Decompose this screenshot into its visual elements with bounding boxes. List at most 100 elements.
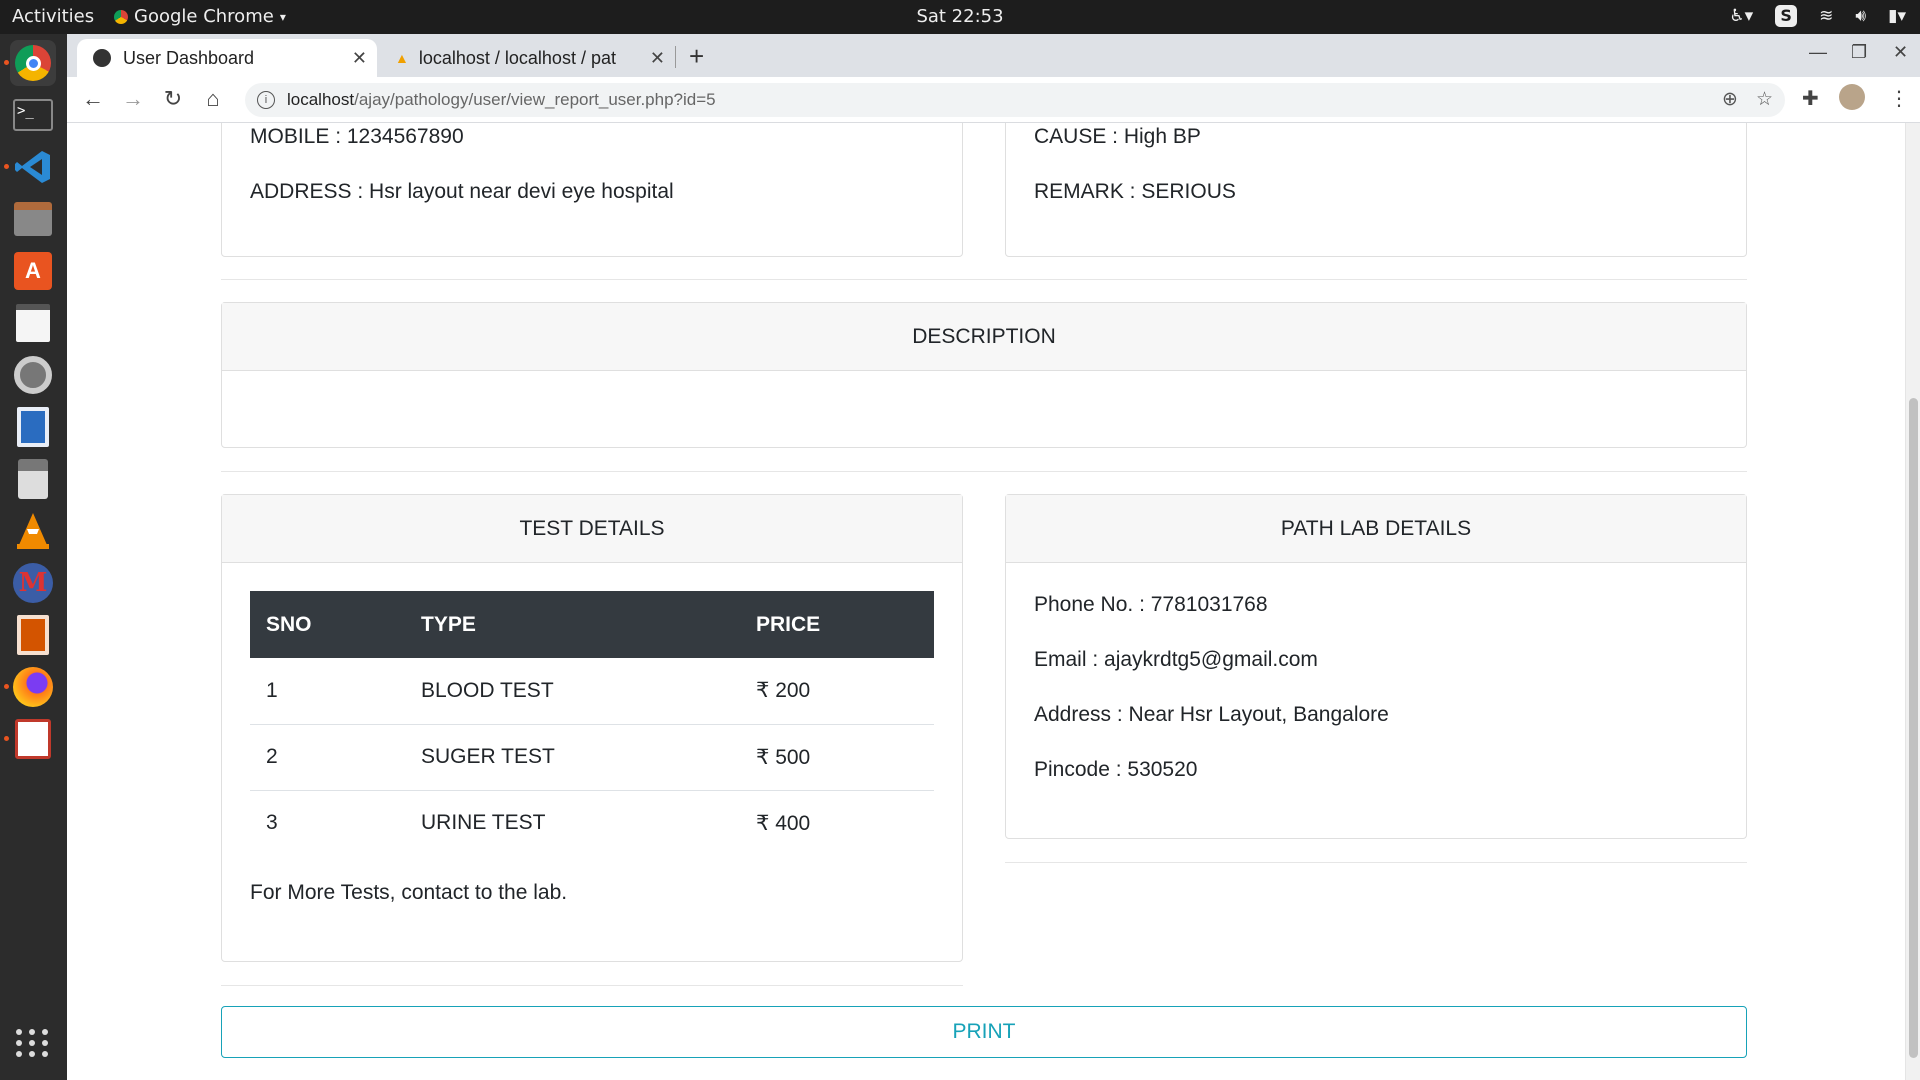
extensions-icon[interactable]: ✚ <box>1802 86 1819 111</box>
chevron-down-icon: ▾ <box>279 9 286 24</box>
lab-email: Email : ajaykrdtg5@gmail.com <box>1034 648 1318 671</box>
description-body <box>222 371 1746 411</box>
divider <box>221 279 1747 280</box>
test-details-header: TEST DETAILS <box>222 495 962 563</box>
patient-contact-card: MOBILE : 1234567890 ADDRESS : Hsr layout… <box>221 123 963 257</box>
document-viewer-dock-icon[interactable] <box>4 716 56 762</box>
cell-price: ₹ 500 <box>740 724 934 791</box>
mendeley-dock-icon[interactable]: M <box>10 560 56 606</box>
lab-pincode: Pincode : 530520 <box>1034 758 1198 781</box>
reload-icon[interactable]: ↻ <box>159 86 187 112</box>
divider <box>1005 862 1747 863</box>
bookmark-star-icon[interactable]: ☆ <box>1756 88 1773 111</box>
volume-icon[interactable]: 🔊︎ <box>1855 6 1866 26</box>
cell-type: BLOOD TEST <box>405 658 740 725</box>
wifi-icon[interactable]: ≋ <box>1819 6 1833 26</box>
scrollbar-thumb[interactable] <box>1909 398 1918 1058</box>
table-header-row: SNO TYPE PRICE <box>250 591 934 658</box>
patient-diagnosis-card: CAUSE : High BP REMARK : SERIOUS <box>1005 123 1747 257</box>
tests-note: For More Tests, contact to the lab. <box>250 881 568 904</box>
forward-icon[interactable]: → <box>119 86 147 112</box>
path-lab-header: PATH LAB DETAILS <box>1006 495 1746 563</box>
table-row: 3 URINE TEST ₹ 400 <box>250 790 934 856</box>
zoom-icon[interactable]: ⊕ <box>1722 88 1738 111</box>
tab-separator <box>675 46 676 68</box>
description-card: DESCRIPTION <box>221 302 1747 448</box>
writer-dock-icon[interactable] <box>10 404 56 450</box>
files-dock-icon[interactable] <box>10 196 56 242</box>
chrome-dock-icon[interactable] <box>4 40 56 86</box>
accessibility-icon[interactable]: ♿︎▾ <box>1729 6 1753 26</box>
firefox-dock-icon[interactable] <box>4 664 56 710</box>
phpmyadmin-icon: ▲ <box>395 50 409 66</box>
patient-address: ADDRESS : Hsr layout near devi eye hospi… <box>250 180 674 203</box>
globe-icon <box>93 49 111 67</box>
browser-toolbar: ← → ↻ ⌂ i localhost/ajay/pathology/user/… <box>67 77 1920 123</box>
column-header-sno: SNO <box>250 591 405 658</box>
running-indicator <box>4 684 9 689</box>
site-info-icon[interactable]: i <box>257 91 275 109</box>
tab-user-dashboard[interactable]: User Dashboard ✕ <box>77 39 377 77</box>
settings-dock-icon[interactable] <box>10 352 56 398</box>
cell-sno: 2 <box>250 724 405 791</box>
vlc-dock-icon[interactable] <box>10 508 56 554</box>
profile-avatar[interactable] <box>1839 84 1865 110</box>
new-tab-icon[interactable]: + <box>689 41 704 72</box>
cell-type: URINE TEST <box>421 811 546 835</box>
print-button[interactable]: PRINT <box>221 1006 1747 1058</box>
app-menu[interactable]: Google Chrome ▾ <box>114 6 286 27</box>
chrome-small-icon <box>114 9 128 24</box>
restore-icon[interactable]: ❐ <box>1851 42 1867 63</box>
terminal-dock-icon[interactable]: >_ <box>10 92 56 138</box>
table-row: 1 BLOOD TEST ₹ 200 <box>250 658 934 725</box>
test-details-card: TEST DETAILS SNO TYPE PRICE 1 BLOOD TEST… <box>221 494 963 962</box>
lab-phone: Phone No. : 7781031768 <box>1034 593 1268 616</box>
description-header: DESCRIPTION <box>222 303 1746 371</box>
divider <box>221 471 1747 472</box>
cell-sno: 1 <box>250 658 405 725</box>
impress-dock-icon[interactable] <box>10 612 56 658</box>
back-icon[interactable]: ← <box>79 86 107 112</box>
tab-title: User Dashboard <box>123 47 255 68</box>
vertical-scrollbar[interactable] <box>1905 123 1920 1080</box>
tab-title: localhost / localhost / pat <box>418 47 616 68</box>
column-header-price: PRICE <box>740 591 934 658</box>
running-indicator <box>4 736 9 741</box>
minimize-icon[interactable]: — <box>1809 42 1827 63</box>
page-viewport: MOBILE : 1234567890 ADDRESS : Hsr layout… <box>67 123 1920 1080</box>
system-tray[interactable]: ♿︎▾ S ≋ 🔊︎ ▮▾ <box>1729 5 1906 27</box>
running-indicator <box>4 164 9 169</box>
calculator-dock-icon[interactable] <box>10 456 56 502</box>
tab-phpmyadmin[interactable]: ▲ localhost / localhost / pat ✕ <box>385 39 675 77</box>
cell-price: ₹ 400 <box>756 811 811 835</box>
close-tab-icon[interactable]: ✕ <box>352 48 367 69</box>
show-applications-icon[interactable] <box>10 1020 56 1066</box>
running-indicator <box>4 60 9 65</box>
dock: >_ A M <box>0 34 67 1080</box>
address-bar[interactable]: i localhost/ajay/pathology/user/view_rep… <box>245 83 1785 117</box>
tests-table: SNO TYPE PRICE 1 BLOOD TEST ₹ 200 2 SUGE… <box>250 591 934 856</box>
battery-icon[interactable]: ▮▾ <box>1888 6 1906 26</box>
url-text[interactable]: localhost/ajay/pathology/user/view_repor… <box>287 90 716 110</box>
window-close-icon[interactable]: ✕ <box>1893 42 1908 63</box>
cell-price: ₹ 200 <box>740 658 934 725</box>
patient-remark: REMARK : SERIOUS <box>1034 180 1236 203</box>
cell-type: SUGER TEST <box>405 724 740 791</box>
clock[interactable]: Sat 22:53 <box>916 6 1003 27</box>
patient-cause: CAUSE : High BP <box>1034 125 1201 148</box>
chrome-menu-icon[interactable]: ⋮ <box>1889 86 1909 111</box>
app-menu-label: Google Chrome <box>134 6 274 27</box>
lab-address: Address : Near Hsr Layout, Bangalore <box>1034 703 1389 726</box>
close-tab-icon[interactable]: ✕ <box>650 48 665 69</box>
software-center-dock-icon[interactable]: A <box>10 248 56 294</box>
home-icon[interactable]: ⌂ <box>199 86 227 112</box>
cell-sno: 3 <box>266 811 278 835</box>
activities-button[interactable]: Activities <box>12 6 94 27</box>
path-lab-details-card: PATH LAB DETAILS Phone No. : 7781031768 … <box>1005 494 1747 839</box>
vscode-dock-icon[interactable] <box>4 144 56 190</box>
table-row: 2 SUGER TEST ₹ 500 <box>250 724 934 791</box>
text-editor-dock-icon[interactable] <box>10 300 56 346</box>
patient-mobile: MOBILE : 1234567890 <box>250 125 464 148</box>
column-header-type: TYPE <box>405 591 740 658</box>
skype-icon[interactable]: S <box>1775 5 1798 27</box>
